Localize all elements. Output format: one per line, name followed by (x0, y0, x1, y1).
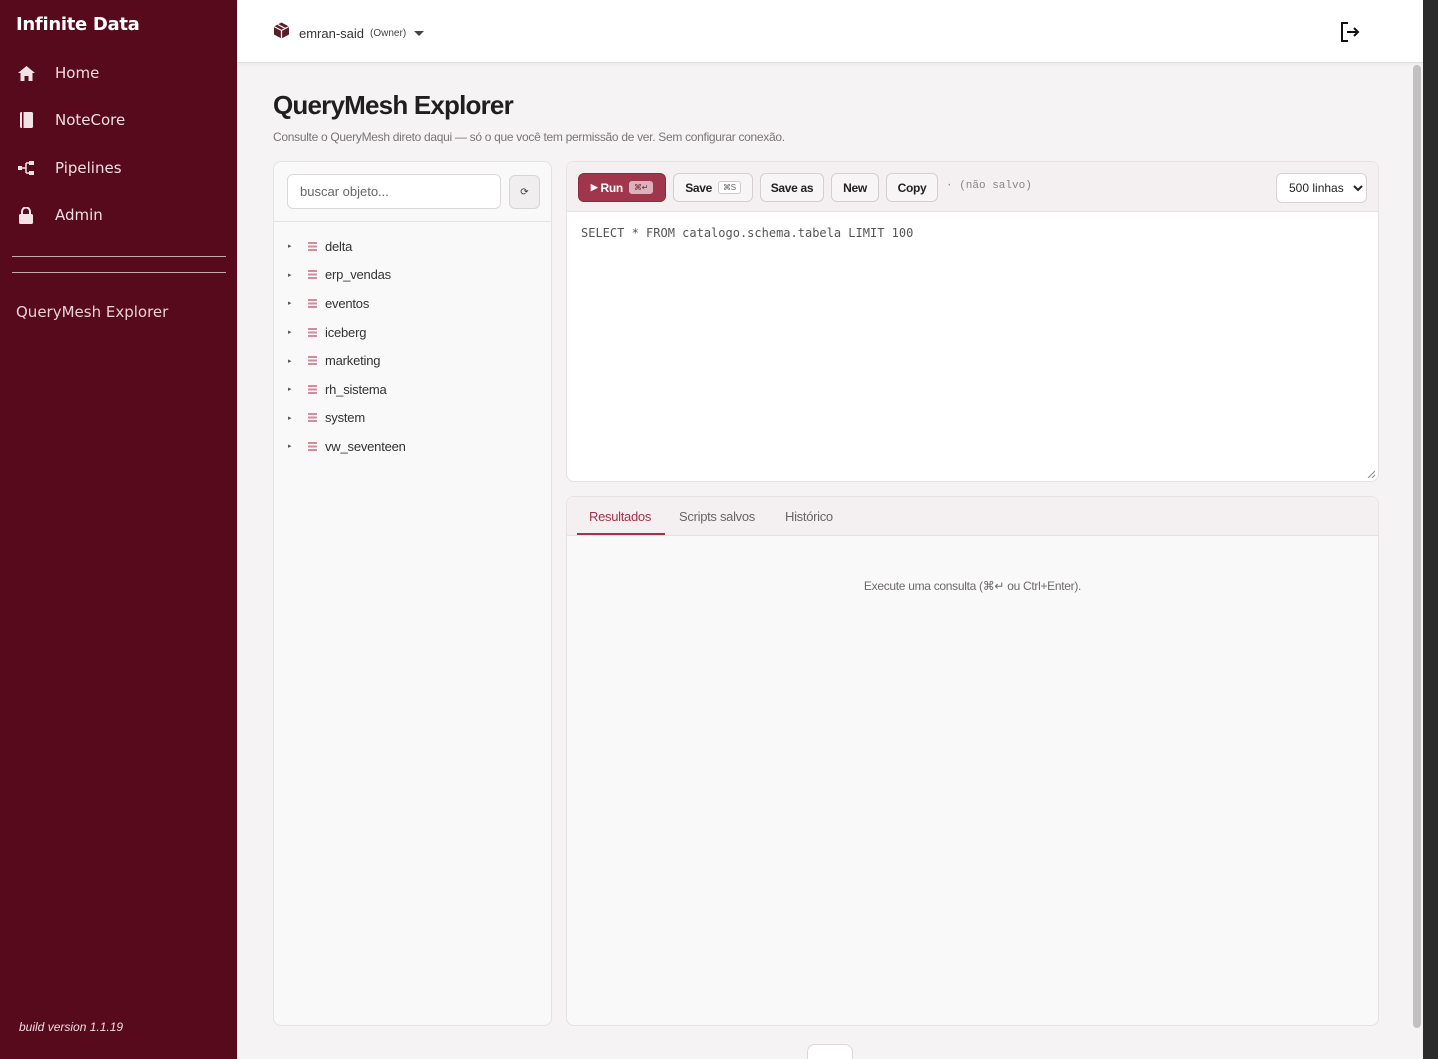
chevron-right-icon[interactable]: ▸ (288, 442, 298, 450)
org-role: (Owner) (370, 27, 407, 39)
tree-item[interactable]: ▸ delta (288, 232, 406, 261)
tree-item-label: erp_vendas (325, 267, 391, 283)
page-title: QueryMesh Explorer (273, 90, 514, 120)
chevron-right-icon[interactable]: ▸ (288, 414, 298, 422)
tree-item[interactable]: ▸ vw_seventeen (288, 432, 406, 461)
brand-logo[interactable]: Infinite Data (16, 14, 140, 35)
new-button[interactable]: New (831, 173, 879, 202)
tree-item[interactable]: ▸ iceberg (288, 318, 406, 347)
tab-resultados[interactable]: Resultados (589, 509, 651, 524)
database-icon (308, 384, 317, 394)
row-limit-select[interactable]: 500 linhas (1276, 173, 1367, 203)
chevron-down-icon (414, 30, 425, 36)
object-search-input[interactable] (287, 174, 501, 209)
sidebar-divider (12, 256, 226, 257)
save-shortcut: ⌘S (718, 181, 741, 194)
database-icon (308, 241, 317, 251)
save-as-button[interactable]: Save as (760, 173, 824, 202)
copy-button[interactable]: Copy (886, 173, 938, 202)
cube-icon (273, 22, 290, 44)
sql-editor-panel: ▶ Run ⌘↵ Save ⌘S Save as New Copy · (não… (566, 161, 1379, 482)
object-browser-panel: ⟳ ▸ delta ▸ erp_vendas ▸ eventos ▸ iceberg ▸ mark… (273, 161, 552, 1026)
sidebar-item-label: Home (55, 64, 100, 82)
tab-scripts-salvos[interactable]: Scripts salvos (679, 509, 755, 524)
sidebar-item-pipelines[interactable]: Pipelines (0, 148, 237, 188)
chevron-right-icon[interactable]: ▸ (288, 242, 298, 250)
results-panel: Resultados Scripts salvos Histórico Exec… (566, 496, 1379, 1026)
flow-icon (16, 158, 36, 178)
sidebar: Infinite Data Home NoteCore Pipelines Ad… (0, 0, 237, 1059)
tree-item-label: iceberg (325, 324, 367, 340)
results-tabs: Resultados Scripts salvos Histórico (567, 497, 1378, 536)
database-icon (308, 356, 317, 366)
chevron-right-icon[interactable]: ▸ (288, 271, 298, 279)
org-name: emran-said (299, 25, 365, 41)
tree-item-label: delta (325, 238, 353, 254)
catalog-tree: ▸ delta ▸ erp_vendas ▸ eventos ▸ iceberg ▸ market… (288, 232, 406, 461)
results-empty-message: Execute uma consulta (⌘↵ ou Ctrl+Enter). (863, 579, 1082, 593)
build-version: build version 1.1.19 (19, 1020, 124, 1034)
chevron-right-icon[interactable]: ▸ (288, 385, 298, 393)
sidebar-item-admin[interactable]: Admin (0, 195, 237, 235)
sidebar-item-notecore[interactable]: NoteCore (0, 100, 237, 140)
database-icon (308, 270, 317, 280)
run-label: Run (600, 180, 624, 195)
tree-item-label: vw_seventeen (325, 438, 406, 454)
lock-icon (16, 205, 36, 225)
home-icon (16, 63, 36, 83)
bottom-handle[interactable] (807, 1044, 853, 1059)
play-icon: ▶ (590, 182, 598, 192)
logout-button[interactable] (1339, 21, 1361, 43)
database-icon (308, 298, 317, 308)
scrollbar-thumb[interactable] (1413, 65, 1421, 1028)
tree-item[interactable]: ▸ system (288, 404, 406, 433)
book-icon (16, 110, 36, 130)
resize-handle-icon[interactable] (1367, 470, 1375, 478)
database-icon (308, 441, 317, 451)
tree-item-label: rh_sistema (325, 381, 387, 397)
save-label: Save (685, 180, 713, 195)
tree-item-label: marketing (325, 353, 381, 369)
refresh-button[interactable]: ⟳ (509, 175, 540, 209)
sidebar-item-label: Pipelines (55, 159, 122, 177)
chevron-right-icon[interactable]: ▸ (288, 299, 298, 307)
chevron-right-icon[interactable]: ▸ (288, 328, 298, 336)
tree-item[interactable]: ▸ marketing (288, 346, 406, 375)
panel-divider (274, 221, 551, 222)
tree-item[interactable]: ▸ erp_vendas (288, 261, 406, 290)
window-scrollbar-track (1423, 0, 1438, 1059)
org-selector[interactable]: emran-said (Owner) (273, 22, 425, 44)
sql-editor[interactable]: SELECT * FROM catalogo.schema.tabela LIM… (581, 226, 913, 240)
topbar: emran-said (Owner) (237, 0, 1423, 63)
save-status: · (não salvo) (946, 180, 1032, 192)
tree-item[interactable]: ▸ rh_sistema (288, 375, 406, 404)
sidebar-divider (12, 272, 226, 273)
active-tab-indicator (577, 533, 665, 535)
tree-item-label: system (325, 410, 365, 426)
sidebar-item-label: NoteCore (55, 111, 126, 129)
tree-item[interactable]: ▸ eventos (288, 289, 406, 318)
refresh-icon: ⟳ (520, 186, 529, 198)
sidebar-link-querymesh-explorer[interactable]: QueryMesh Explorer (16, 303, 168, 321)
run-button[interactable]: ▶ Run ⌘↵ (578, 173, 666, 202)
sidebar-item-label: Admin (55, 206, 103, 224)
run-shortcut: ⌘↵ (628, 181, 654, 194)
save-button[interactable]: Save ⌘S (673, 173, 753, 202)
logout-icon (1341, 22, 1360, 42)
database-icon (308, 413, 317, 423)
tree-item-label: eventos (325, 295, 370, 311)
page-subtitle: Consulte o QueryMesh direto daqui — só o… (273, 130, 785, 144)
sidebar-item-home[interactable]: Home (0, 53, 237, 93)
editor-toolbar: ▶ Run ⌘↵ Save ⌘S Save as New Copy · (não… (567, 162, 1378, 212)
database-icon (308, 327, 317, 337)
chevron-right-icon[interactable]: ▸ (288, 357, 298, 365)
tab-historico[interactable]: Histórico (785, 509, 833, 524)
